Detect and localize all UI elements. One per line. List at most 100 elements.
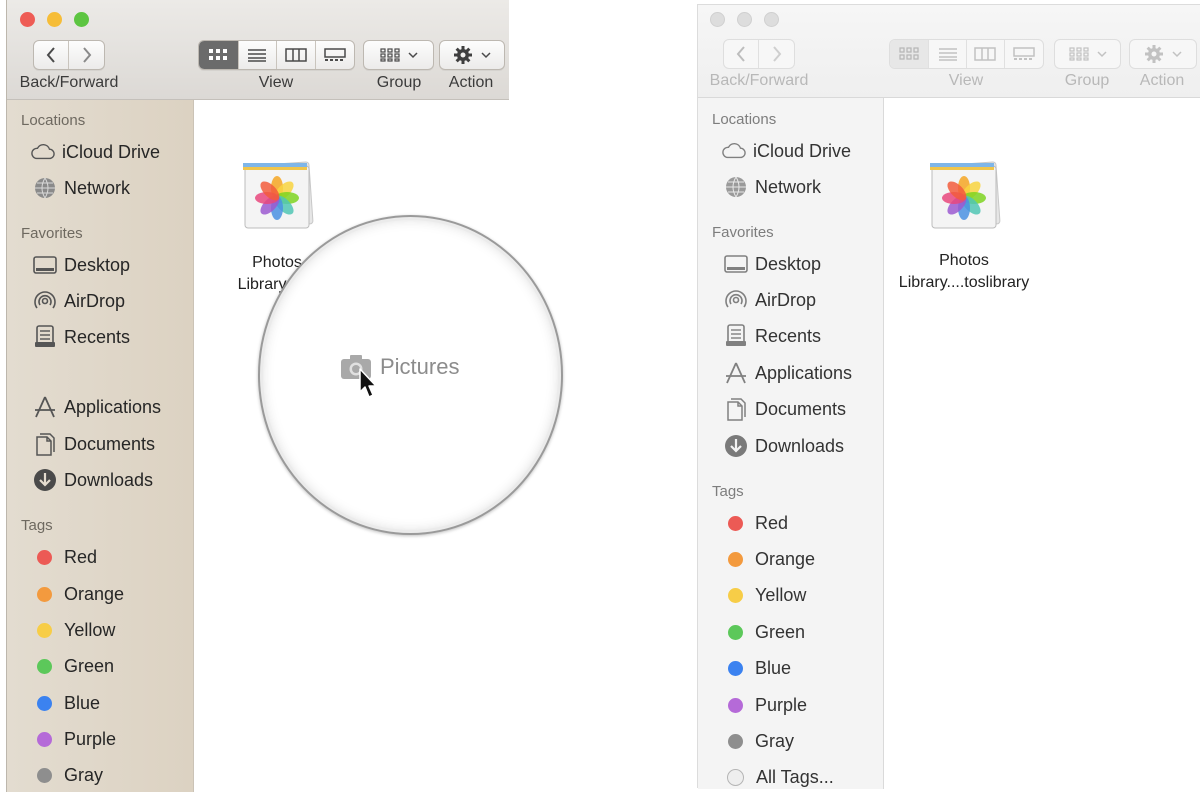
sidebar-tag-orange[interactable]: Orange xyxy=(724,544,815,574)
sidebar-item-downloads[interactable]: Downloads xyxy=(724,431,844,461)
downloads-icon xyxy=(724,434,748,458)
gray-tag-dot xyxy=(37,767,52,783)
sidebar-tag-gray[interactable]: Gray xyxy=(724,726,794,756)
sidebar-item-network[interactable]: Network xyxy=(33,173,130,203)
action-label: Action xyxy=(448,74,494,91)
sidebar-item-label: Green xyxy=(755,621,806,642)
red-tag-dot xyxy=(728,515,743,531)
sidebar-tag-red[interactable]: Red xyxy=(33,542,97,572)
list-view-icon xyxy=(248,49,267,62)
sidebar-item-label: Orange xyxy=(755,548,816,569)
chevron-down-icon xyxy=(407,51,418,58)
column-view-icon xyxy=(974,47,996,61)
sidebar-item-label: iCloud Drive xyxy=(62,141,161,162)
sidebar-item-recents[interactable]: Recents xyxy=(724,321,821,351)
sidebar-item-label: All Tags... xyxy=(756,766,834,787)
sidebar-item-icloud-drive[interactable]: iCloud Drive xyxy=(722,136,851,166)
sidebar-item-documents[interactable]: Documents xyxy=(724,394,846,424)
pointer-cursor-icon xyxy=(359,368,377,398)
icon-view-button[interactable] xyxy=(199,41,239,69)
sidebar-tag-blue[interactable]: Blue xyxy=(33,688,100,718)
minimize-button[interactable] xyxy=(737,12,752,27)
sidebar-item-documents[interactable]: Documents xyxy=(33,429,155,459)
forward-button[interactable] xyxy=(69,41,104,69)
back-forward-label: Back/Forward xyxy=(19,74,119,91)
gear-icon xyxy=(1145,45,1163,63)
sidebar-item-downloads[interactable]: Downloads xyxy=(33,465,153,495)
sidebar-tag-purple[interactable]: Purple xyxy=(724,690,807,720)
sidebar-item-desktop[interactable]: Desktop xyxy=(33,250,130,280)
zoom-button[interactable] xyxy=(764,12,779,27)
sidebar-item-network[interactable]: Network xyxy=(724,172,821,202)
sidebar-item-applications[interactable]: Applications xyxy=(33,392,161,422)
list-view-icon xyxy=(938,48,957,61)
sidebar-tag-green[interactable]: Green xyxy=(724,617,805,647)
group-menu-button[interactable] xyxy=(1054,39,1121,69)
sidebar-tag-orange[interactable]: Orange xyxy=(33,579,124,609)
back-forward-control xyxy=(33,40,105,70)
globe-icon xyxy=(33,176,57,200)
list-view-button[interactable] xyxy=(239,41,277,69)
minimize-button[interactable] xyxy=(47,12,62,27)
orange-tag-dot xyxy=(37,586,52,602)
sidebar-item-airdrop[interactable]: AirDrop xyxy=(33,286,125,316)
action-menu-button[interactable] xyxy=(1129,39,1197,69)
list-view-button[interactable] xyxy=(929,40,967,68)
section-title-favorites: Favorites xyxy=(712,224,774,241)
sidebar-item-label: Gray xyxy=(64,764,104,785)
cloud-icon xyxy=(722,139,746,163)
desktop-icon xyxy=(33,253,57,277)
sidebar-all-tags[interactable]: All Tags... xyxy=(724,762,834,792)
photos-library-item[interactable]: Photos Library....toslibrary xyxy=(884,158,1044,294)
sidebar-item-label: Network xyxy=(755,176,822,197)
applications-icon xyxy=(724,361,748,385)
close-button[interactable] xyxy=(710,12,725,27)
gallery-view-icon xyxy=(324,48,346,61)
sidebar-item-label: AirDrop xyxy=(64,290,126,311)
column-view-button[interactable] xyxy=(277,41,316,69)
sidebar-tag-yellow[interactable]: Yellow xyxy=(724,580,806,610)
back-button[interactable] xyxy=(724,40,760,68)
close-button[interactable] xyxy=(20,12,35,27)
globe-icon xyxy=(724,175,748,199)
sidebar-item-icloud-drive[interactable]: iCloud Drive xyxy=(31,137,160,167)
blue-tag-dot xyxy=(728,660,743,676)
sidebar-item-applications[interactable]: Applications xyxy=(724,358,852,388)
finder-toolbar: Back/Forward View Group Action xyxy=(7,0,509,100)
gallery-view-button[interactable] xyxy=(1005,40,1043,68)
group-icon xyxy=(379,48,400,62)
downloads-icon xyxy=(33,468,57,492)
column-view-button[interactable] xyxy=(967,40,1005,68)
sidebar-tag-yellow[interactable]: Yellow xyxy=(33,615,115,645)
sidebar-item-airdrop[interactable]: AirDrop xyxy=(724,285,816,315)
documents-icon xyxy=(724,397,748,421)
sidebar-item-label: Gray xyxy=(755,730,795,751)
sidebar-item-desktop[interactable]: Desktop xyxy=(724,249,821,279)
back-button[interactable] xyxy=(34,41,70,69)
red-tag-dot xyxy=(37,549,52,565)
group-menu-button[interactable] xyxy=(363,40,434,70)
sidebar-tag-green[interactable]: Green xyxy=(33,651,114,681)
chevron-right-icon xyxy=(772,46,781,62)
icon-view-button[interactable] xyxy=(890,40,930,68)
sidebar-tag-red[interactable]: Red xyxy=(724,508,788,538)
green-tag-dot xyxy=(37,658,52,674)
action-menu-button[interactable] xyxy=(439,40,505,70)
zoom-button[interactable] xyxy=(74,12,89,27)
sidebar-item-label: Recents xyxy=(755,325,822,346)
orange-tag-dot xyxy=(728,551,743,567)
sidebar-tag-blue[interactable]: Blue xyxy=(724,653,791,683)
forward-button[interactable] xyxy=(759,40,794,68)
photos-library-icon xyxy=(243,161,314,229)
sidebar-item-recents[interactable]: Recents xyxy=(33,322,130,352)
sidebar-tag-gray[interactable]: Gray xyxy=(33,760,103,790)
sidebar-tag-purple[interactable]: Purple xyxy=(33,724,116,754)
gallery-view-button[interactable] xyxy=(316,41,355,69)
sidebar-item-label: Blue xyxy=(755,657,792,678)
sidebar-item-label: iCloud Drive xyxy=(753,140,852,161)
sidebar-item-label: Orange xyxy=(64,583,125,604)
sidebar-item-label: Network xyxy=(64,177,131,198)
yellow-tag-dot xyxy=(37,622,52,638)
file-name-line2: Library....toslibrary xyxy=(898,274,1030,291)
gray-tag-dot xyxy=(728,733,743,749)
